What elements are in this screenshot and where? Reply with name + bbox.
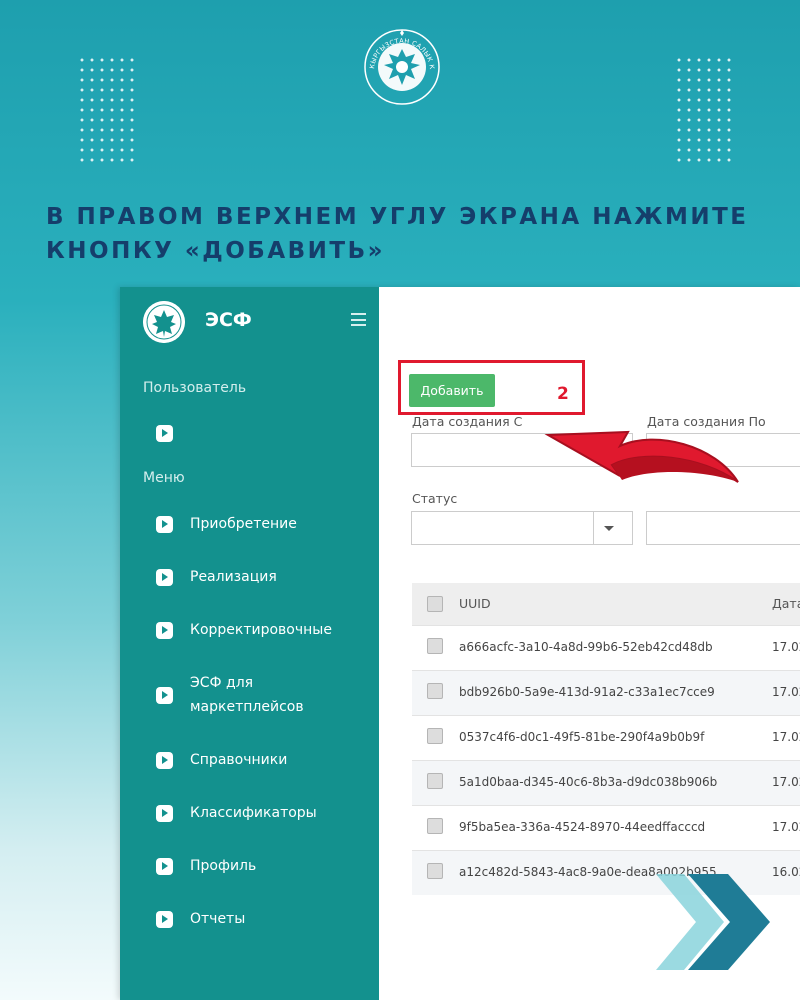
sidebar-item-label: Справочники xyxy=(190,752,288,768)
sidebar-item-classifiers[interactable]: Классификаторы xyxy=(120,801,379,825)
row-checkbox[interactable] xyxy=(427,773,443,789)
select-divider xyxy=(593,512,594,544)
status-select[interactable] xyxy=(411,511,633,545)
row-checkbox[interactable] xyxy=(427,863,443,879)
table-row[interactable]: a666acfc-3a10-4a8d-99b6-52eb42cd48db 17.… xyxy=(412,625,800,670)
play-icon xyxy=(156,805,173,822)
date-from-label: Дата создания С xyxy=(412,414,523,429)
sidebar-header: ЭСФ xyxy=(120,287,379,357)
play-icon xyxy=(156,569,173,586)
cell-date: 17.02 xyxy=(772,640,800,654)
dot-pattern-right xyxy=(674,55,736,165)
play-icon xyxy=(156,516,173,533)
play-icon xyxy=(156,858,173,875)
sidebar-item-label-line1: ЭСФ для xyxy=(190,675,254,691)
sidebar-item-label: Приобретение xyxy=(190,516,297,532)
cell-uuid: 0537c4f6-d0c1-49f5-81be-290f4a9b0b9f xyxy=(459,730,705,744)
sidebar-item-label: Профиль xyxy=(190,858,257,874)
cell-date: 17.02 xyxy=(772,730,800,744)
cell-uuid: 9f5ba5ea-336a-4524-8970-44eedffacccd xyxy=(459,820,706,834)
cell-date: 17.02 xyxy=(772,685,800,699)
chevron-down-icon xyxy=(604,526,614,531)
sidebar-item-corrections[interactable]: Корректировочные xyxy=(120,618,379,642)
cell-uuid: bdb926b0-5a9e-413d-91a2-c33a1ec7cce9 xyxy=(459,685,715,699)
sidebar-section-menu: Меню xyxy=(143,470,185,486)
row-checkbox[interactable] xyxy=(427,728,443,744)
sidebar-item-label: Отчеты xyxy=(190,911,246,927)
row-checkbox[interactable] xyxy=(427,818,443,834)
play-icon xyxy=(156,425,173,442)
app-logo-icon xyxy=(143,301,185,343)
column-header-uuid: UUID xyxy=(459,596,491,611)
app-title: ЭСФ xyxy=(205,309,252,331)
play-icon xyxy=(156,911,173,928)
dot-pattern-left xyxy=(77,55,139,165)
cell-date: 17.02 xyxy=(772,820,800,834)
headline-line-1: В ПРАВОМ ВЕРХНЕМ УГЛУ ЭКРАНА НАЖМИТЕ xyxy=(46,204,749,230)
secondary-filter-input[interactable] xyxy=(646,511,800,545)
sidebar-item-references[interactable]: Справочники xyxy=(120,748,379,772)
row-checkbox[interactable] xyxy=(427,683,443,699)
cell-uuid: a666acfc-3a10-4a8d-99b6-52eb42cd48db xyxy=(459,640,713,654)
sidebar-item-sales[interactable]: Реализация xyxy=(120,565,379,589)
sidebar: ЭСФ Пользователь Меню Приобретение Реали… xyxy=(120,287,379,1000)
table-row[interactable]: 5a1d0baa-d345-40c6-8b3a-d9dc038b906b 17.… xyxy=(412,760,800,805)
sidebar-item-label-line2: маркетплейсов xyxy=(190,699,304,715)
sidebar-section-user: Пользователь xyxy=(143,380,247,396)
sidebar-item-marketplaces[interactable]: ЭСФ для маркетплейсов xyxy=(120,671,379,719)
select-all-checkbox[interactable] xyxy=(427,596,443,612)
table-row[interactable]: bdb926b0-5a9e-413d-91a2-c33a1ec7cce9 17.… xyxy=(412,670,800,715)
column-header-date: Дата xyxy=(772,596,800,611)
play-icon xyxy=(156,752,173,769)
sidebar-item-label: Классификаторы xyxy=(190,805,317,821)
step-number: 2 xyxy=(557,384,569,404)
cell-date: 17.02 xyxy=(772,775,800,789)
sidebar-item-purchases[interactable]: Приобретение xyxy=(120,512,379,536)
cell-uuid: 5a1d0baa-d345-40c6-8b3a-d9dc038b906b xyxy=(459,775,718,789)
cell-date: 16.02 xyxy=(772,865,800,879)
sidebar-item-label: Корректировочные xyxy=(190,622,332,638)
table-header: UUID Дата xyxy=(412,583,800,625)
sidebar-item-reports[interactable]: Отчеты xyxy=(120,907,379,931)
table-row[interactable]: 0537c4f6-d0c1-49f5-81be-290f4a9b0b9f 17.… xyxy=(412,715,800,760)
sidebar-item-label: Реализация xyxy=(190,569,277,585)
instruction-headline: В ПРАВОМ ВЕРХНЕМ УГЛУ ЭКРАНА НАЖМИТЕ КНО… xyxy=(46,200,766,268)
headline-line-2-bold: «ДОБАВИТЬ» xyxy=(184,238,385,264)
pointer-arrow-icon xyxy=(544,430,739,483)
menu-toggle-icon[interactable] xyxy=(351,313,366,326)
play-icon xyxy=(156,622,173,639)
sidebar-item-profile[interactable]: Профиль xyxy=(120,854,379,878)
table-row[interactable]: 9f5ba5ea-336a-4524-8970-44eedffacccd 17.… xyxy=(412,805,800,850)
tax-service-emblem-icon: КЫРГЫЗСТАН САЛЫК КЫЗМАТЫ xyxy=(362,27,440,105)
next-chevrons-icon xyxy=(656,874,770,970)
sidebar-item-user[interactable] xyxy=(120,422,379,446)
row-checkbox[interactable] xyxy=(427,638,443,654)
status-label: Статус xyxy=(412,491,458,506)
headline-line-2-prefix: КНОПКУ xyxy=(46,238,185,264)
play-icon xyxy=(156,687,173,704)
